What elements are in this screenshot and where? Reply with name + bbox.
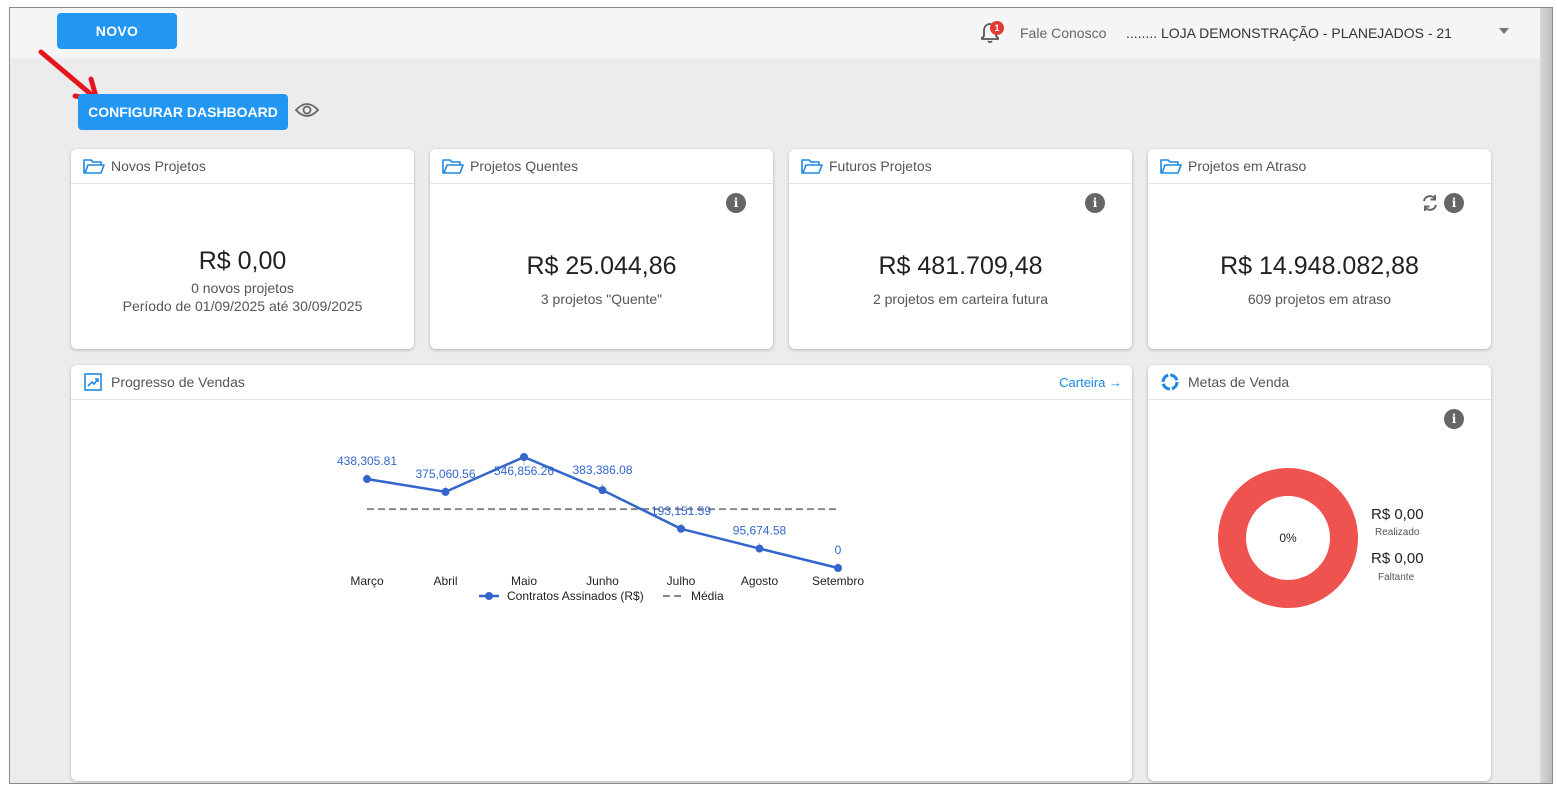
data-label: 438,305.81 [337, 454, 397, 468]
new-button[interactable]: NOVO [57, 13, 177, 49]
x-tick-label: Abril [433, 574, 457, 588]
card-late-projects: Projetos em Atraso i R$ 14.948.082,88 60… [1148, 149, 1491, 349]
sales-goals-donut: 0% [1218, 468, 1358, 608]
card-value: R$ 14.948.082,88 [1220, 252, 1419, 280]
donut-percent-label: 0% [1279, 531, 1297, 545]
configure-dashboard-button[interactable]: CONFIGURAR DASHBOARD [78, 94, 288, 130]
data-label: 193,151.59 [651, 504, 711, 518]
x-tick-label: Março [350, 574, 384, 588]
top-bar: NOVO 1 Fale Conosco ........ LOJA DEMONS… [10, 8, 1542, 58]
card-title: Metas de Venda [1188, 374, 1290, 390]
sales-goals-card: Metas de Venda i 0% R$ 0,00 Realizado R$… [1148, 365, 1491, 781]
card-value: R$ 0,00 [198, 247, 287, 275]
sales-line-chart: 438,305.81 Março 375,060.56 Abril 546,856.26… [337, 453, 864, 603]
data-point [520, 453, 528, 461]
card-header: Projetos Quentes [430, 149, 773, 184]
data-label: 375,060.56 [415, 467, 475, 481]
card-new-projects: Novos Projetos R$ 0,00 0 novos projetos … [71, 149, 414, 349]
card-title: Projetos em Atraso [1188, 158, 1307, 174]
x-tick-label: Maio [511, 574, 537, 588]
card-value: R$ 481.709,48 [878, 252, 1043, 280]
card-future-projects: Futuros Projetos i R$ 481.709,48 2 proje… [789, 149, 1132, 349]
realized-label: Realizado [1375, 527, 1420, 538]
data-point [677, 524, 685, 533]
card-header: Novos Projetos [71, 149, 414, 184]
data-point [834, 564, 842, 572]
folder-icon [1160, 159, 1182, 174]
card-header: Metas de Venda [1148, 365, 1491, 400]
x-tick-label: Julho [667, 574, 696, 588]
card-header: Projetos em Atraso [1148, 149, 1491, 184]
remaining-label: Faltante [1378, 572, 1415, 583]
notification-badge: 1 [990, 21, 1004, 35]
card-title: Progresso de Vendas [111, 374, 245, 390]
carteira-link[interactable]: Carteira → [1059, 375, 1122, 390]
legend-series-marker [485, 592, 493, 600]
donut-chart-icon [1161, 373, 1179, 391]
app-window: NOVO 1 Fale Conosco ........ LOJA DEMONS… [9, 7, 1553, 784]
remaining-value: R$ 0,00 [1371, 550, 1424, 567]
card-period: Período de 01/09/2025 até 30/09/2025 [122, 298, 363, 314]
info-icon[interactable]: i [726, 193, 746, 213]
contact-link[interactable]: Fale Conosco [1020, 25, 1106, 41]
data-point [598, 486, 607, 495]
card-value: R$ 25.044,86 [526, 252, 677, 280]
refresh-icon[interactable] [1420, 193, 1440, 213]
data-point [755, 544, 764, 553]
legend-average-label: Média [691, 589, 724, 603]
data-label: 95,674.58 [733, 524, 787, 538]
data-label: 546,856.26 [494, 464, 554, 478]
eye-icon[interactable] [295, 101, 319, 119]
data-label: 0 [835, 543, 842, 557]
card-title: Novos Projetos [111, 158, 206, 174]
trending-chart-icon [84, 373, 102, 391]
card-hot-projects: Projetos Quentes i R$ 25.044,86 3 projet… [430, 149, 773, 349]
card-subtitle: 3 projetos "Quente" [540, 291, 663, 307]
realized-value: R$ 0,00 [1371, 506, 1424, 523]
sales-progress-card: Progresso de Vendas Carteira → 438,305.8… [71, 365, 1132, 781]
data-point [363, 475, 371, 484]
window-edge [1540, 8, 1552, 783]
info-icon[interactable]: i [1444, 193, 1464, 213]
card-header: Futuros Projetos [789, 149, 1132, 184]
folder-icon [801, 159, 823, 174]
card-header: Progresso de Vendas [71, 365, 1132, 400]
store-selector[interactable]: ........ LOJA DEMONSTRAÇÃO - PLANEJADOS … [1126, 25, 1452, 41]
x-tick-label: Setembro [812, 574, 864, 588]
card-subtitle: 2 projetos em carteira futura [872, 291, 1049, 307]
x-tick-label: Agosto [741, 574, 779, 588]
folder-icon [442, 159, 464, 174]
data-point [441, 487, 450, 496]
card-subtitle: 0 novos projetos [191, 280, 294, 296]
legend-series-label: Contratos Assinados (R$) [507, 589, 644, 603]
chevron-down-icon[interactable] [1499, 28, 1509, 34]
data-label: 383,386.08 [572, 463, 632, 477]
card-subtitle: 609 projetos em atraso [1247, 291, 1392, 307]
folder-icon [83, 159, 105, 174]
card-title: Futuros Projetos [829, 158, 932, 174]
card-title: Projetos Quentes [470, 158, 579, 174]
info-icon[interactable]: i [1085, 193, 1105, 213]
x-tick-label: Junho [586, 574, 619, 588]
